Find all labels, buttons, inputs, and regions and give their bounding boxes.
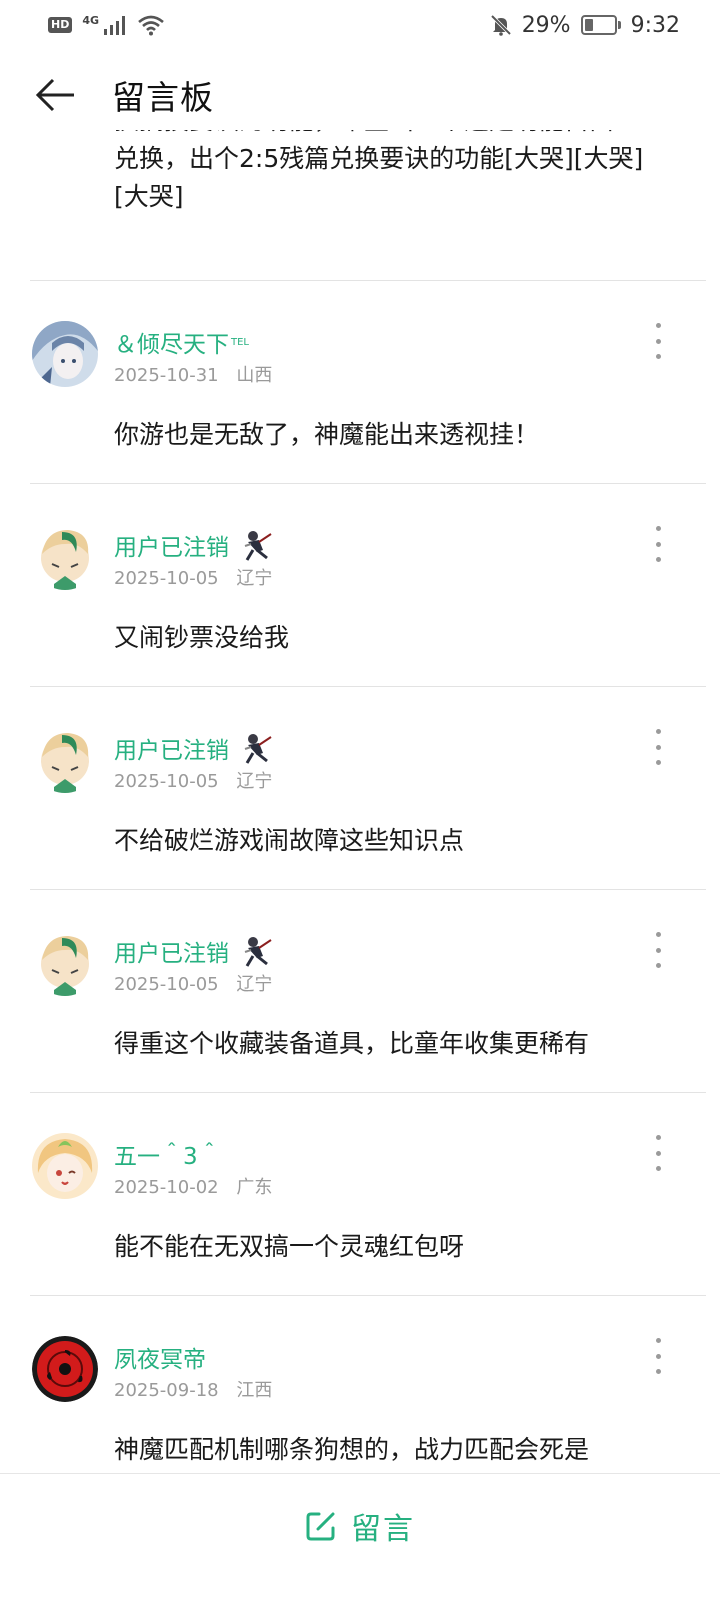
title-bar: 留言板 [0,60,720,130]
status-bar: HD 4G 29% 9:32 [0,0,720,50]
comment-text: 又闹钞票没给我 [114,623,290,652]
ninja-badge-icon [244,937,272,967]
comment-item: 五一＾3＾ 2025-10-02 广东 能不能在无双搞一个灵魂红包呀 [0,1093,720,1296]
leave-message-label: 留言 [351,1512,415,1547]
more-options-icon[interactable] [646,321,670,361]
comment-location: 辽宁 [236,568,273,589]
username[interactable]: 用户已注销 [114,528,273,562]
clock: 9:32 [630,12,680,38]
comment-list[interactable]: 换搞技要诀的功能，希望出一个这是功能自由 兑换，出个2:5残篇兑换要诀的功能[大… [0,130,720,1473]
comment-item: 用户已注销 2025-10-05 辽宁 不给破烂游戏闹故障这些知识点 [0,687,720,890]
page-title: 留言板 [112,78,214,117]
comment-location: 广东 [236,1177,273,1198]
avatar[interactable] [32,321,98,387]
comment-location: 辽宁 [236,974,273,995]
comment-text: 你游也是无敌了，神魔能出来透视挂！ [114,420,540,449]
battery-fill [584,19,593,31]
partial-comment: 换搞技要诀的功能，希望出一个这是功能自由 兑换，出个2:5残篇兑换要诀的功能[大… [0,130,720,280]
comment-location: 江西 [236,1380,273,1401]
username[interactable]: ＆倾尽天下 TEL [114,325,249,359]
battery-icon [580,15,621,35]
ninja-badge-icon [244,734,272,764]
battery-percent: 29% [521,12,571,38]
avatar[interactable] [32,727,98,793]
comment-item: 用户已注销 2025-10-05 辽宁 又闹钞票没给我 [0,484,720,687]
more-options-icon[interactable] [646,727,670,767]
partial-comment-text: 换搞技要诀的功能，希望出一个这是功能自由 兑换，出个2:5残篇兑换要诀的功能[大… [114,130,644,211]
comment-date: 2025-09-18 [114,1380,219,1401]
comment-meta: 2025-09-18 江西 [114,1376,272,1402]
arrow-left-icon [35,78,74,112]
message-board-page: HD 4G 29% 9:32 留言板 兑换，出个2:5残篇兑换要诀的功能[大哭]… [0,0,720,1600]
more-options-icon[interactable] [646,1336,670,1376]
avatar[interactable] [32,1133,98,1199]
comment-date: 2025-10-02 [114,1177,219,1198]
network-type: 4G [82,13,100,27]
comment-date: 2025-10-31 [114,365,219,386]
username[interactable]: 用户已注销 [114,731,273,765]
user-tag: TEL [231,336,249,348]
comment-location: 辽宁 [236,771,273,792]
ninja-badge-icon [244,531,272,561]
comment-meta: 2025-10-02 广东 [114,1173,272,1199]
username[interactable]: 夙夜冥帝 [114,1340,206,1374]
comment-text: 得重这个收藏装备道具，比童年收集更稀有 [114,1029,590,1058]
mute-bell-icon [490,14,511,36]
avatar[interactable] [32,930,98,996]
more-options-icon[interactable] [646,1133,670,1173]
comment-meta: 2025-10-05 辽宁 [114,767,272,793]
comment-meta: 2025-10-05 辽宁 [114,564,272,590]
comment-date: 2025-10-05 [114,771,219,792]
comment-date: 2025-10-05 [114,568,219,589]
wifi-icon [138,15,164,36]
back-button[interactable] [30,70,80,120]
comment-date: 2025-10-05 [114,974,219,995]
comment-text: 神魔匹配机制哪条狗想的，战力匹配会死是 [114,1435,590,1464]
more-options-icon[interactable] [646,524,670,564]
comment-location: 山西 [236,365,273,386]
comment-text: 不给破烂游戏闹故障这些知识点 [114,826,465,855]
edit-icon [306,1512,335,1541]
comment-meta: 2025-10-31 山西 [114,361,272,387]
comment-item: 夙夜冥帝 2025-09-18 江西 神魔匹配机制哪条狗想的，战力匹配会死是 [0,1296,720,1473]
username[interactable]: 用户已注销 [114,934,273,968]
more-options-icon[interactable] [646,930,670,970]
hd-icon: HD [48,17,73,33]
signal-icon [104,16,126,35]
username[interactable]: 五一＾3＾ [114,1137,221,1171]
comment-item: 用户已注销 2025-10-05 辽宁 得重这个收藏装备道具，比童年收集更稀有 [0,890,720,1093]
leave-message-button[interactable]: 留言 [305,1504,415,1548]
avatar[interactable] [32,524,98,590]
avatar[interactable] [32,1336,98,1402]
comment-meta: 2025-10-05 辽宁 [114,970,272,996]
bottom-bar: 留言 [0,1473,720,1600]
comment-text: 能不能在无双搞一个灵魂红包呀 [114,1232,465,1261]
comment-item: ＆倾尽天下 TEL 2025-10-31 山西 你游也是无敌了，神魔能出来透视挂… [0,281,720,484]
